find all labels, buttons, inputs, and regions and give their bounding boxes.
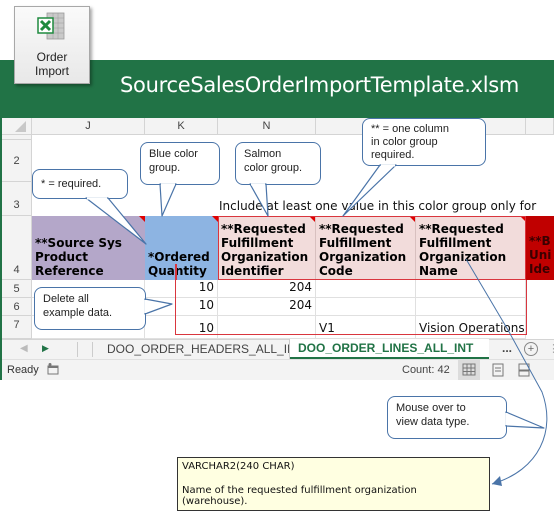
status-bar: Ready Count: 42 [2,359,554,380]
arrow-head-icon [492,476,502,486]
header-business-unit-label: **B Uni Ide [529,234,552,276]
cell-quantity-row-5[interactable]: 10 [145,280,218,298]
cell-org-name-row-7[interactable]: Vision Operations [416,316,526,339]
tab-order-headers[interactable]: DOO_ORDER_HEADERS_ALL_INT [107,342,303,356]
cell-org-name-row-5[interactable] [416,280,526,298]
page-break-icon [518,363,530,377]
window-title: SourceSalesOrderImportTemplate.xlsm [120,73,520,97]
comment-indicator-icon [309,216,315,222]
column-header-j[interactable]: J [32,118,145,135]
header-fulfillment-org-name-label: **Requested Fulfillment Organization Nam… [419,222,507,278]
macro-record-icon[interactable] [47,363,59,375]
cell-quantity-row-7[interactable]: 10 [145,316,218,339]
header-source-product-label: **Source Sys Product Reference [35,236,122,278]
cell-org-id-row-7[interactable] [218,316,316,339]
header-fulfillment-org-name[interactable]: **Requested Fulfillment Organization Nam… [416,216,526,280]
excel-icon [37,12,65,40]
row-header-6[interactable]: 6 [2,298,32,316]
add-sheet-icon[interactable]: + [524,342,538,356]
cell-quantity-row-6[interactable]: 10 [145,298,218,316]
row-header-2[interactable]: 2 [2,140,32,182]
select-all-triangle-icon [15,121,26,132]
tab-order-lines-active[interactable]: DOO_ORDER_LINES_ALL_INT [290,339,489,359]
tab-splitter[interactable]: ⋮ [548,342,554,355]
tab-divider [92,342,93,357]
cell-org-code-row-5[interactable] [316,280,416,298]
example-data-outline-left [175,264,177,280]
row-header-3[interactable]: 3 [2,182,32,216]
column-header-n[interactable]: N [218,118,316,135]
callout-required: * = required. [32,169,128,199]
cell-org-id-row-6[interactable]: 204 [218,298,316,316]
header-fulfillment-org-code[interactable]: **Requested Fulfillment Organization Cod… [316,216,416,280]
column-header-k[interactable]: K [145,118,218,135]
cell-org-code-row-7[interactable]: V1 [316,316,416,339]
cell-org-name-row-6[interactable] [416,298,526,316]
tooltip-data-type: VARCHAR2(240 CHAR) [182,461,295,472]
header-ordered-quantity-label: *Ordered Quantity [148,250,210,278]
row-header-5[interactable]: 5 [2,280,32,298]
sheet-tab-bar: ◀ ▶ DOO_ORDER_HEADERS_ALL_INT DOO_ORDER_… [2,339,554,359]
more-tabs-button[interactable]: ... [502,341,512,355]
select-all-corner[interactable] [2,118,32,135]
cell-org-id-row-5[interactable]: 204 [218,280,316,298]
header-fulfillment-org-identifier[interactable]: **Requested Fulfillment Organization Ide… [218,216,316,280]
callout-one-column: ** = one column in color group required. [362,118,486,166]
row-header-4[interactable]: 4 [2,216,32,280]
status-ready: Ready [7,364,39,376]
pointer-mouse-over [505,411,545,429]
order-import-button[interactable]: Order Import [14,6,90,84]
cell-org-code-row-6[interactable] [316,298,416,316]
comment-indicator-icon [409,216,415,222]
callout-delete-data: Delete all example data. [34,287,146,330]
callout-mouse-over: Mouse over to view data type. [387,396,507,439]
scroll-tabs-right-icon[interactable]: ▶ [42,343,49,354]
tab-order-lines-label: DOO_ORDER_LINES_ALL_INT [298,341,474,355]
order-import-label: Order Import [34,50,69,78]
column-header-q[interactable] [526,118,554,135]
grid-view-icon [462,363,476,376]
header-business-unit[interactable]: **B Uni Ide [526,216,554,280]
header-source-product-reference[interactable]: **Source Sys Product Reference [32,216,145,280]
status-count: Count: 42 [402,364,450,376]
normal-view-button[interactable] [458,360,480,380]
header-fulfillment-org-code-label: **Requested Fulfillment Organization Cod… [319,222,407,278]
header-fulfillment-org-identifier-label: **Requested Fulfillment Organization Ide… [221,222,309,278]
tab-divider [77,342,78,357]
callout-salmon-group: Salmon color group. [235,142,321,185]
page-layout-icon [492,363,504,377]
tooltip-description: Name of the requested fulfillment organi… [182,485,417,507]
data-type-tooltip: VARCHAR2(240 CHAR) Name of the requested… [177,457,490,511]
callout-blue-group: Blue color group. [140,142,220,185]
page-layout-button[interactable] [488,360,508,380]
page-break-button[interactable] [514,360,534,380]
row-header-7[interactable]: 7 [2,316,32,339]
header-ordered-quantity[interactable]: *Ordered Quantity [145,216,218,280]
instruction-text: Include at least one value in this color… [219,199,537,213]
scroll-tabs-left-icon[interactable]: ◀ [20,343,28,354]
